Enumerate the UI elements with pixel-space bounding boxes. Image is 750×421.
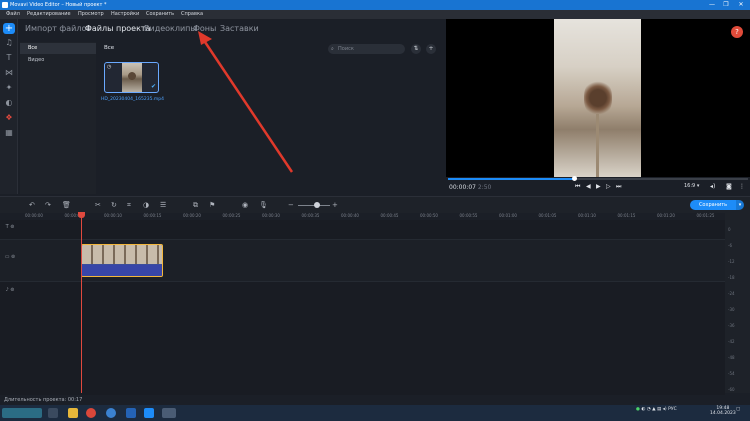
snapshot-icon[interactable]: ◙	[726, 183, 732, 190]
properties-icon[interactable]: ☰	[160, 201, 166, 209]
chrome-icon[interactable]	[86, 408, 96, 418]
skip-start-icon[interactable]: ⏮	[575, 183, 580, 191]
ruler-tick-label: 00:00:00	[25, 213, 43, 218]
text-track-icon: T ⊚	[5, 224, 15, 230]
step-back-icon[interactable]: ◀	[586, 183, 591, 190]
tray-clock[interactable]: 19:48 14.04.2023	[710, 406, 736, 416]
ruler-tick-label: 00:00:20	[183, 213, 201, 218]
audio-track: ♪ ⊚	[0, 282, 725, 302]
ruler-tick-label: 00:00:45	[380, 213, 399, 218]
timeline-ruler[interactable]: 00:00:00 00:00:05 00:00:10 00:00:15 00:00:20…	[20, 213, 725, 220]
save-button[interactable]: Сохранить	[690, 200, 736, 210]
ruler-tick-label: 00:01:00	[499, 213, 517, 218]
vu-scale-label: -30	[728, 307, 735, 312]
vu-scale-label: -60	[728, 387, 735, 392]
vu-scale-label: -12	[728, 259, 735, 264]
playhead[interactable]	[81, 213, 82, 393]
ruler-tick-label: 00:01:05	[538, 213, 557, 218]
ruler-tick-label: 00:00:40	[341, 213, 359, 218]
step-forward-icon[interactable]: ▷	[606, 183, 611, 190]
skip-end-icon[interactable]: ⏭	[616, 183, 621, 191]
word-icon[interactable]	[126, 408, 136, 418]
audio-track-icon: ♪ ⊚	[5, 287, 15, 293]
save-dropdown-icon[interactable]: ▾	[736, 200, 744, 210]
ruler-tick-label: 00:01:25	[696, 213, 715, 218]
clip-audio-strip	[82, 265, 162, 276]
ruler-tick-label: 00:00:35	[301, 213, 320, 218]
volume-icon[interactable]: ◂)	[710, 183, 715, 190]
edit-toolbar: ↶ ↷ 🗑 ✂ ↻ ⌗ ◑ ☰ ⧉ ⚑ ◉ 🎙 − + Сохранить ▾	[0, 196, 750, 213]
player-controls: 00:00:07 2:50 ⏮ ◀ ▶ ▷ ⏭ 16:9 ▾ ◂) ◙ ⋮	[446, 176, 750, 194]
photos-icon[interactable]	[162, 408, 176, 418]
crop-icon[interactable]: ⌗	[127, 201, 131, 210]
vu-scale-label: -54	[728, 371, 735, 376]
zoom-out-icon[interactable]: −	[288, 201, 294, 209]
zoom-knob[interactable]	[314, 202, 320, 208]
status-bar: Длительность проекта: 00:17	[0, 395, 750, 405]
ruler-tick-label: 00:00:55	[459, 213, 478, 218]
vu-scale-label: 0	[728, 227, 731, 232]
timecode: 00:00:07 2:50	[449, 184, 492, 191]
ruler-tick-label: 00:00:50	[420, 213, 438, 218]
redo-icon[interactable]: ↷	[45, 201, 51, 209]
overlay-icon[interactable]: ⧉	[193, 201, 198, 210]
help-icon[interactable]: ?	[731, 26, 743, 38]
vu-meter: 0 -6 -12 -18 -24 -30 -36 -42 -48 -54 -60	[725, 213, 750, 393]
tray-status-icon[interactable]: ●	[636, 407, 640, 412]
title-track: T ⊚	[0, 220, 725, 240]
undo-icon[interactable]: ↶	[29, 201, 35, 209]
vu-scale-label: -36	[728, 323, 735, 328]
timeline-clip[interactable]	[81, 244, 163, 277]
task-view-icon[interactable]	[48, 408, 58, 418]
ruler-tick-label: 00:00:30	[262, 213, 280, 218]
aspect-selector[interactable]: 16:9 ▾	[684, 183, 699, 189]
notification-icon[interactable]: ▢	[736, 407, 740, 412]
rotate-icon[interactable]: ↻	[111, 201, 117, 209]
progress-knob[interactable]	[572, 176, 577, 181]
start-icon[interactable]	[2, 408, 42, 418]
color-icon[interactable]: ◑	[143, 201, 149, 209]
windows-taskbar: ● ◐ ◔ ▲ ▤ ◂) РУС 19:48 14.04.2023 ▢	[0, 405, 750, 421]
project-duration: Длительность проекта: 00:17	[4, 397, 83, 403]
tray-icons[interactable]: ◐ ◔ ▲ ▤ ◂)	[641, 407, 666, 412]
vu-scale-label: -24	[728, 291, 735, 296]
play-icon[interactable]: ▶	[596, 183, 601, 190]
record-icon[interactable]: ◉	[242, 201, 248, 209]
ruler-tick-label: 00:01:20	[657, 213, 675, 218]
ruler-tick-label: 00:01:15	[617, 213, 636, 218]
ruler-tick-label: 00:00:25	[222, 213, 241, 218]
vu-scale-label: -18	[728, 275, 735, 280]
tray-language[interactable]: РУС	[668, 407, 677, 412]
explorer-icon[interactable]	[68, 408, 78, 418]
vu-scale-label: -48	[728, 355, 735, 360]
cut-icon[interactable]: ✂	[95, 201, 101, 209]
zoom-in-icon[interactable]: +	[332, 201, 338, 209]
flag-icon[interactable]: ⚑	[209, 201, 215, 209]
delete-icon[interactable]: 🗑	[62, 201, 71, 209]
vu-scale-label: -6	[728, 243, 732, 248]
clip-video-strip	[82, 245, 162, 264]
preview-frame	[554, 19, 641, 177]
app-icon-1[interactable]	[106, 408, 116, 418]
ruler-tick-label: 00:00:15	[143, 213, 162, 218]
video-track-icon: ▭ ⊚	[4, 254, 16, 260]
microphone-icon[interactable]: 🎙	[259, 201, 268, 209]
arrow-shaft	[201, 38, 294, 173]
preview-player[interactable]: ?	[446, 19, 750, 177]
progress-fill	[448, 178, 574, 180]
more-icon[interactable]: ⋮	[739, 183, 745, 190]
ruler-tick-label: 00:00:10	[104, 213, 122, 218]
system-tray: ● ◐ ◔ ▲ ▤ ◂) РУС 19:48 14.04.2023 ▢	[636, 406, 740, 416]
movavi-icon[interactable]	[144, 408, 154, 418]
ruler-tick-label: 00:01:10	[578, 213, 596, 218]
vu-scale-label: -42	[728, 339, 735, 344]
